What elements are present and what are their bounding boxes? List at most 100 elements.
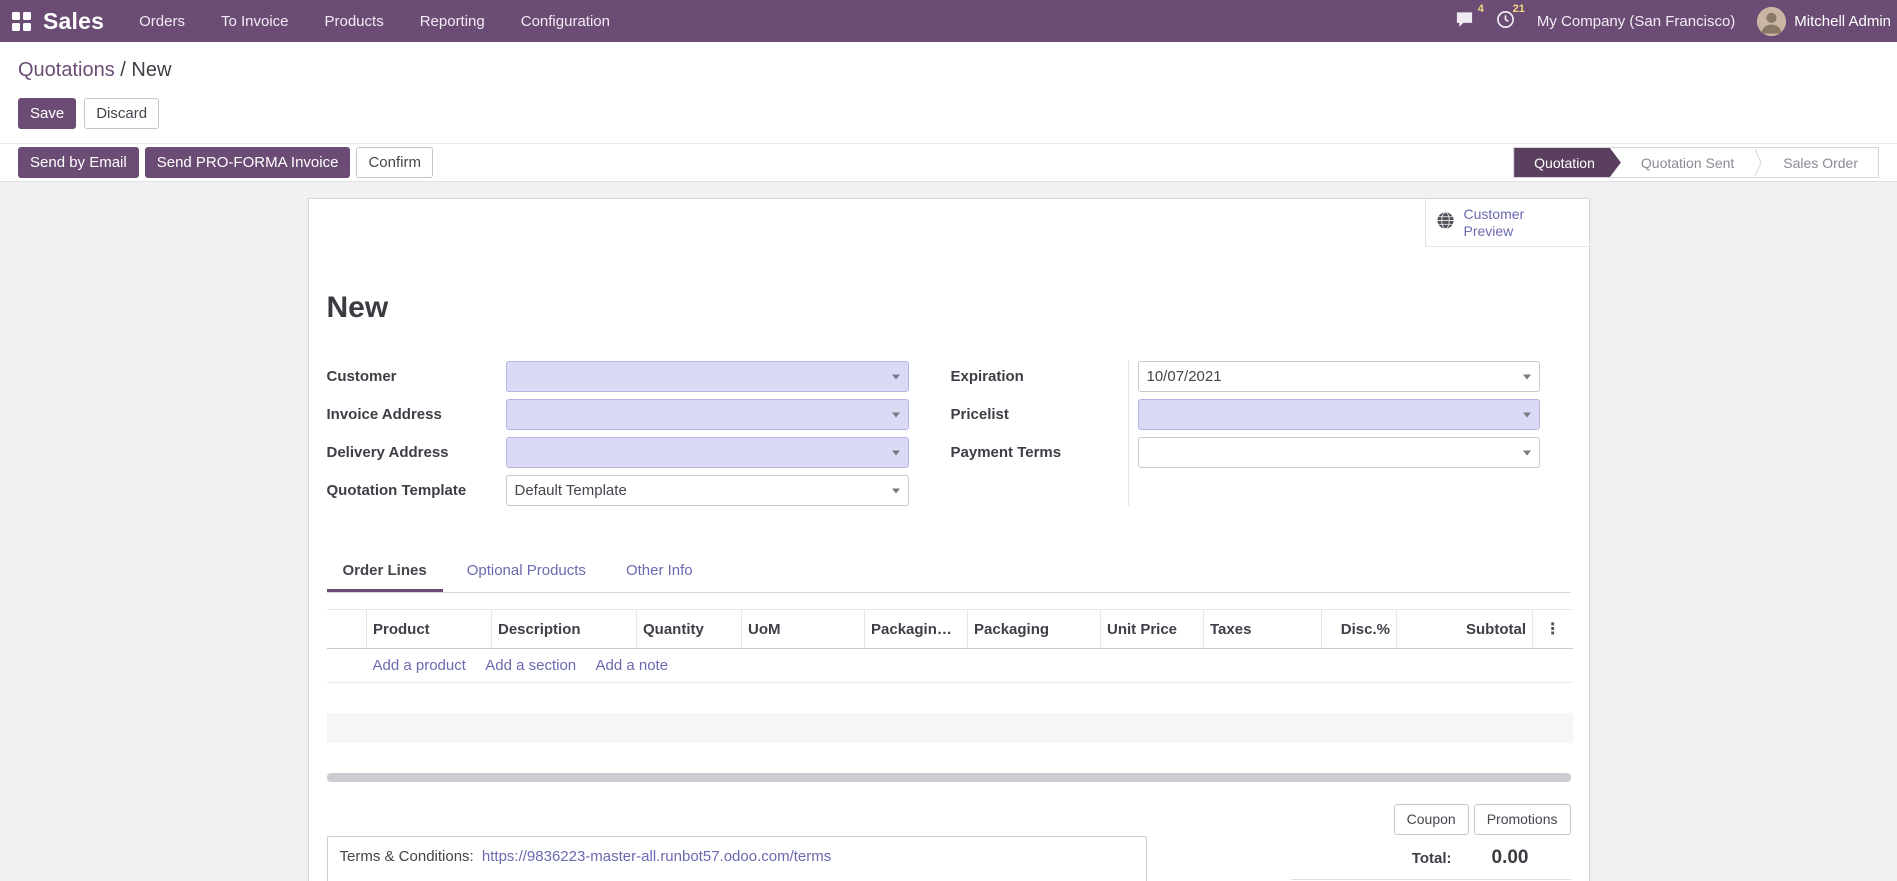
breadcrumb-quotations-link[interactable]: Quotations (18, 59, 115, 81)
col-header-packaging: Packaging (967, 609, 1101, 649)
caret-down-icon (891, 450, 900, 455)
total-label: Total: (1411, 849, 1452, 867)
action-buttons: Send by Email Send PRO-FORMA Invoice Con… (18, 147, 433, 178)
expiration-input[interactable]: 10/07/2021 (1137, 361, 1540, 392)
avatar (1757, 6, 1787, 36)
notebook-tabs: Order Lines Optional Products Other Info (326, 552, 1571, 593)
empty-row (326, 712, 1573, 743)
speech-bubble-icon (1455, 10, 1474, 33)
pricelist-label: Pricelist (950, 406, 1009, 423)
menu-to-invoice[interactable]: To Invoice (221, 13, 289, 30)
form-fields: Customer Invoice Address Delivery Addres… (309, 361, 1589, 506)
coupon-button[interactable]: Coupon (1393, 803, 1469, 835)
caret-down-icon (891, 412, 900, 417)
discard-button[interactable]: Discard (84, 98, 160, 129)
control-panel: Quotations / New Save Discard (0, 42, 1897, 143)
left-field-group: Customer Invoice Address Delivery Addres… (327, 361, 909, 506)
chevron-separator-icon (1754, 148, 1762, 177)
add-a-product-link[interactable]: Add a product (373, 657, 466, 674)
messages-button[interactable]: 4 (1455, 3, 1484, 33)
col-header-disc: Disc.% (1321, 609, 1397, 649)
send-by-email-button[interactable]: Send by Email (18, 147, 139, 178)
order-lines-table: Product Description Quantity UoM Packagi… (326, 609, 1573, 773)
menu-orders[interactable]: Orders (139, 13, 185, 30)
customer-preview-label: Customer Preview (1463, 205, 1525, 239)
add-line-row: Add a product Add a section Add a note (326, 648, 1573, 683)
totals-panel: Coupon Promotions Total: 0.00 Margin: 0.… (1290, 803, 1571, 881)
col-header-unit-price: Unit Price (1100, 609, 1204, 649)
caret-down-icon (1522, 450, 1531, 455)
globe-icon (1436, 211, 1455, 234)
col-header-taxes: Taxes (1203, 609, 1322, 649)
terms-link[interactable]: https://9836223-master-all.runbot57.odoo… (482, 848, 831, 865)
tab-optional-products[interactable]: Optional Products (451, 552, 602, 592)
col-header-uom: UoM (741, 609, 865, 649)
sheet-footer: Terms & Conditions: https://9836223-mast… (309, 803, 1589, 881)
menu-configuration[interactable]: Configuration (521, 13, 610, 30)
customer-input[interactable] (505, 361, 909, 392)
payment-terms-label: Payment Terms (950, 444, 1062, 461)
quotation-template-label: Quotation Template (326, 482, 467, 499)
sheet-top-bar: Customer Preview (309, 199, 1589, 247)
invoice-address-input[interactable] (505, 399, 909, 430)
action-bar: Send by Email Send PRO-FORMA Invoice Con… (0, 143, 1897, 182)
activities-badge: 21 (1512, 2, 1525, 15)
breadcrumb: Quotations / New (18, 58, 1879, 82)
col-header-handle (326, 609, 367, 649)
user-menu[interactable]: Mitchell Admin (1757, 6, 1891, 36)
add-a-note-link[interactable]: Add a note (596, 657, 669, 674)
empty-row (327, 743, 1573, 773)
menu-products[interactable]: Products (325, 13, 384, 30)
status-step-quotation-sent[interactable]: Quotation Sent (1621, 148, 1754, 177)
app-name[interactable]: Sales (43, 8, 104, 35)
status-step-quotation[interactable]: Quotation (1514, 148, 1621, 177)
content-area: Customer Preview New Customer Invoice Ad… (0, 182, 1897, 881)
promotions-button[interactable]: Promotions (1473, 803, 1571, 835)
total-row: Total: 0.00 (1291, 847, 1571, 869)
page-title: New (326, 291, 389, 324)
horizontal-scrollbar[interactable] (326, 772, 1571, 782)
invoice-address-label: Invoice Address (326, 406, 442, 423)
activities-button[interactable]: 21 (1496, 3, 1525, 33)
apps-menu-icon[interactable] (12, 11, 31, 31)
status-step-sales-order[interactable]: Sales Order (1763, 148, 1878, 177)
total-value: 0.00 (1491, 846, 1529, 868)
save-button[interactable]: Save (18, 98, 77, 129)
col-header-description: Description (491, 609, 637, 649)
user-name: Mitchell Admin (1794, 12, 1891, 30)
col-header-packaging-qty: Packaging ... (864, 609, 968, 649)
quotation-form-sheet: Customer Preview New Customer Invoice Ad… (307, 198, 1590, 881)
company-switcher[interactable]: My Company (San Francisco) (1537, 13, 1735, 30)
messages-badge: 4 (1477, 2, 1484, 15)
promo-buttons: Coupon Promotions (1393, 803, 1571, 835)
systray: 4 21 My Company (San Francisco) Mitchell… (1455, 3, 1891, 36)
expiration-label: Expiration (950, 368, 1024, 385)
customer-preview-button[interactable]: Customer Preview (1424, 199, 1589, 247)
optional-columns-kebab-icon[interactable]: ⋮ (1532, 609, 1573, 649)
terms-and-conditions-field[interactable]: Terms & Conditions: https://9836223-mast… (326, 835, 1147, 881)
statusbar: Quotation Quotation Sent Sales Order (1513, 147, 1879, 178)
delivery-address-input[interactable] (505, 437, 909, 468)
add-a-section-link[interactable]: Add a section (485, 657, 576, 674)
customer-label: Customer (326, 368, 397, 385)
empty-row (327, 683, 1573, 713)
terms-label: Terms & Conditions: (339, 847, 474, 865)
send-proforma-button[interactable]: Send PRO-FORMA Invoice (144, 147, 351, 178)
pricelist-input[interactable] (1137, 399, 1540, 430)
control-panel-buttons: Save Discard (18, 98, 1879, 129)
col-header-subtotal: Subtotal (1396, 609, 1533, 649)
right-field-group: Expiration Pricelist Payment Terms 10/07… (951, 361, 1540, 506)
navbar-left: Sales Orders To Invoice Products Reporti… (12, 8, 610, 35)
menu-reporting[interactable]: Reporting (420, 13, 485, 30)
caret-down-icon (891, 374, 900, 379)
confirm-button[interactable]: Confirm (356, 147, 433, 178)
tab-other-info[interactable]: Other Info (610, 552, 709, 592)
quotation-template-input[interactable]: Default Template (505, 475, 909, 506)
caret-down-icon (1522, 374, 1531, 379)
delivery-address-label: Delivery Address (326, 444, 449, 461)
caret-down-icon (1522, 412, 1531, 417)
breadcrumb-separator: / (120, 59, 126, 81)
main-menu: Orders To Invoice Products Reporting Con… (139, 13, 610, 30)
payment-terms-input[interactable] (1137, 437, 1540, 468)
tab-order-lines[interactable]: Order Lines (326, 552, 443, 592)
